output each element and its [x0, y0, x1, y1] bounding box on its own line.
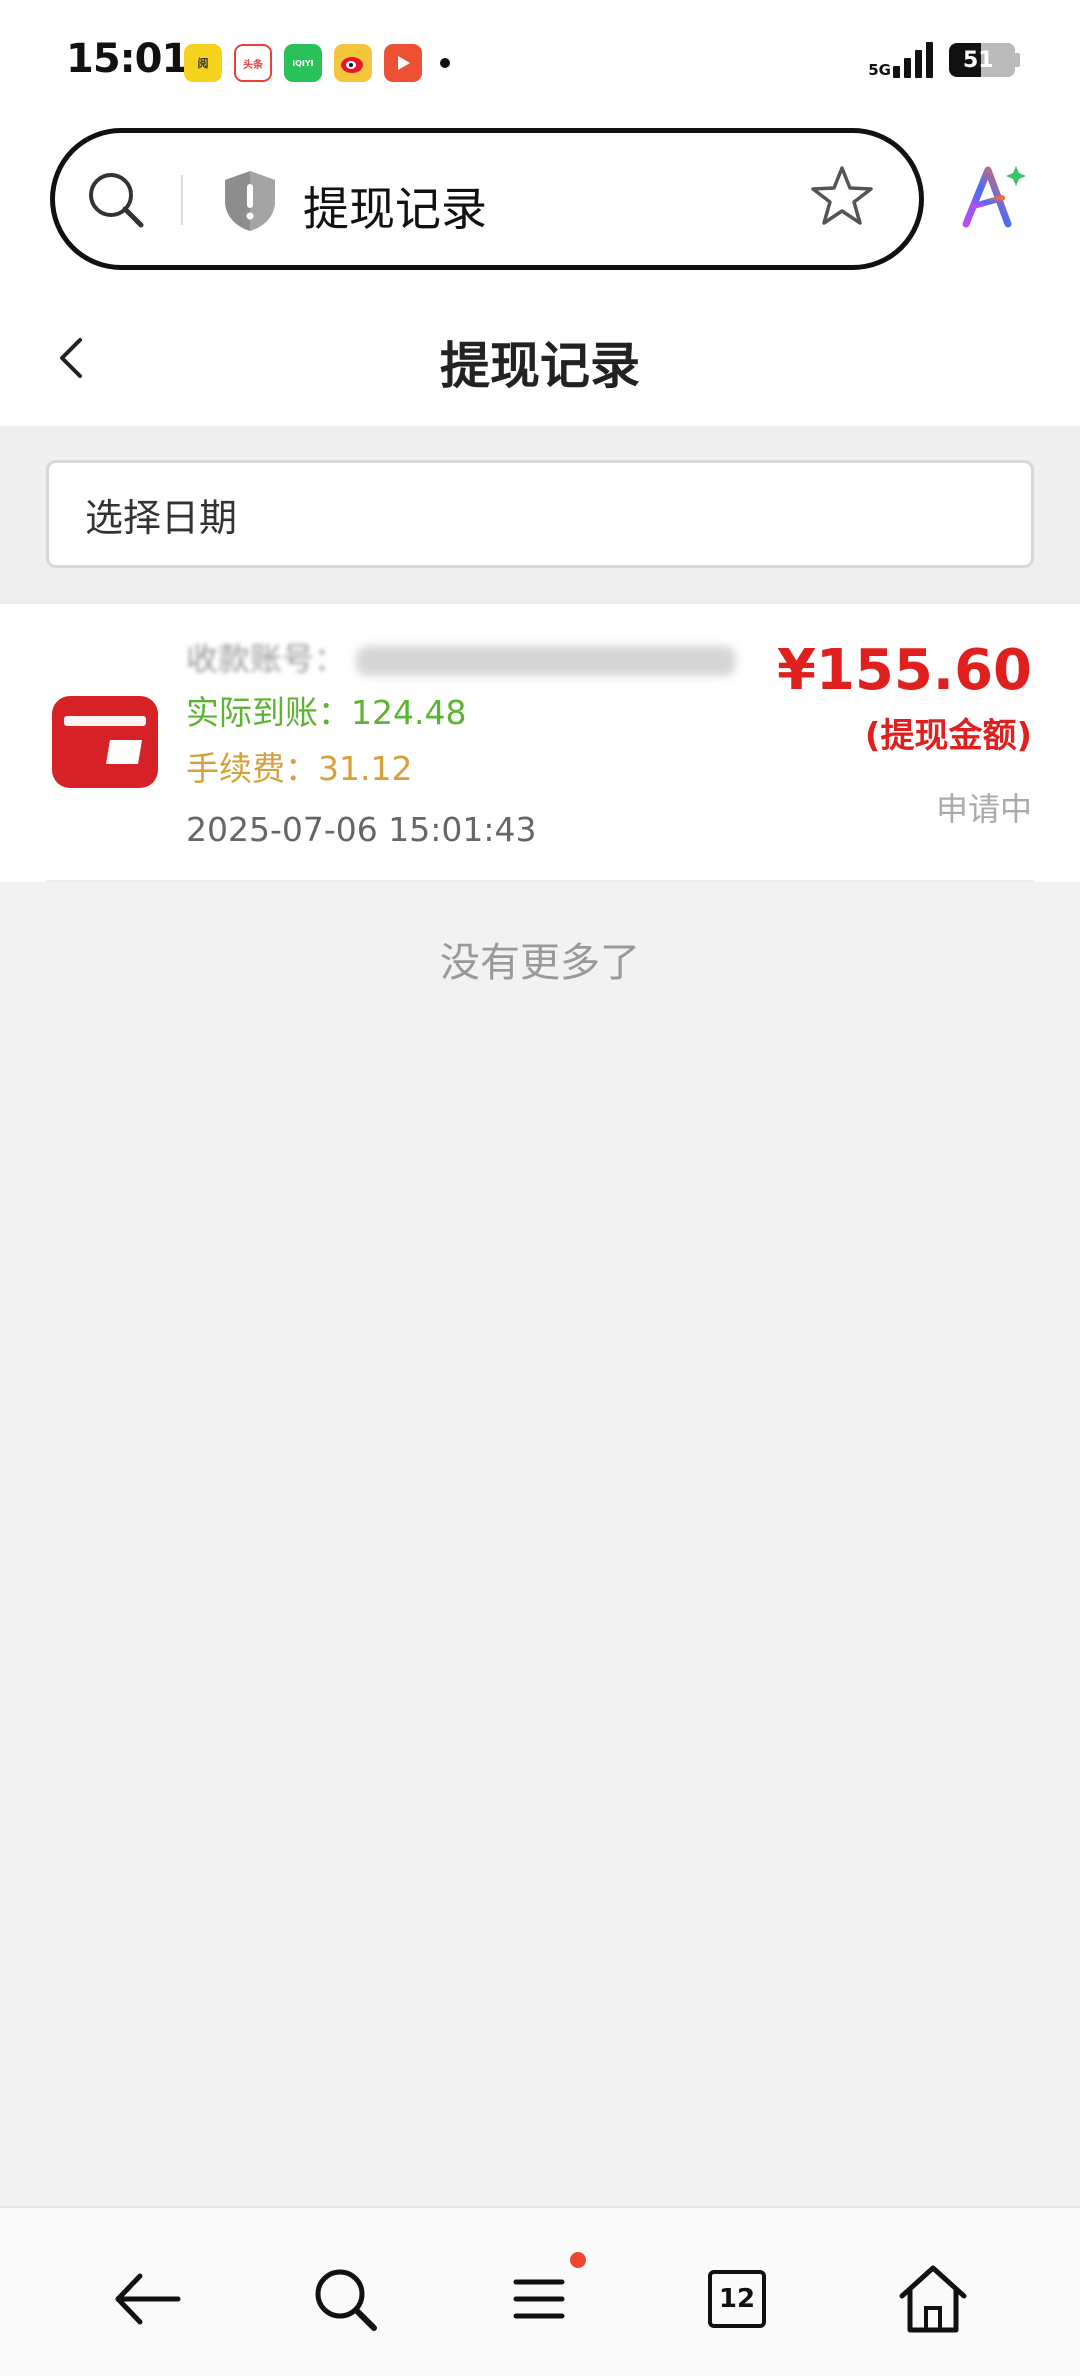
service-fee: 手续费：31.12 — [186, 749, 413, 788]
nav-back-arrow-icon[interactable] — [108, 2260, 186, 2338]
signal-indicator: 5G — [868, 42, 933, 78]
status-bar: 15:01 阅 头条 iQIYI 5G 51 — [0, 0, 1080, 120]
signal-icon — [893, 42, 933, 78]
nav-search-icon[interactable] — [306, 2260, 384, 2338]
nav-tabs-button[interactable]: 12 — [708, 2270, 766, 2328]
system-icons: 5G 51 — [868, 42, 1020, 78]
address-divider — [181, 175, 183, 225]
tab-count: 12 — [718, 2284, 756, 2314]
withdrawal-record[interactable]: 收款账号： 实际到账：124.48 手续费：31.12 2025-07-06 1… — [0, 604, 1080, 882]
iqiyi-icon: iQIYI — [284, 44, 322, 82]
withdraw-amount: ¥155.60 — [776, 638, 1032, 703]
toutiao-icon: 头条 — [234, 44, 272, 82]
screen: 15:01 阅 头条 iQIYI 5G 51 提现记录 提现记录 选择日期 收款… — [0, 0, 1080, 2376]
date-picker-placeholder: 选择日期 — [85, 495, 238, 540]
weibo-icon — [334, 44, 372, 82]
divider — [46, 880, 1034, 882]
video-app-icon — [384, 44, 422, 82]
page-header: 提现记录 — [0, 290, 1080, 426]
address-text[interactable]: 提现记录 — [303, 173, 487, 239]
actual-received: 实际到账：124.48 — [186, 693, 467, 732]
menu-notification-dot — [570, 2252, 586, 2268]
bookmark-star-icon[interactable] — [809, 163, 875, 229]
network-label: 5G — [868, 61, 891, 79]
notification-icons: 阅 头条 iQIYI — [184, 44, 450, 82]
browser-toolbar: 提现记录 — [0, 120, 1080, 290]
date-picker-field[interactable]: 选择日期 — [46, 460, 1034, 568]
address-bar[interactable]: 提现记录 — [50, 128, 924, 270]
bottom-nav: 12 — [0, 2206, 1080, 2376]
more-notifications-dot — [440, 58, 450, 68]
nav-home-icon[interactable] — [894, 2260, 972, 2338]
withdraw-amount-label: (提现金额) — [864, 716, 1032, 756]
account-number: 收款账号： — [186, 634, 737, 680]
search-icon[interactable] — [85, 169, 147, 231]
nav-menu-icon[interactable] — [500, 2260, 578, 2338]
status-time: 15:01 — [66, 36, 189, 82]
status-badge: 申请中 — [935, 790, 1032, 828]
ai-assistant-icon[interactable] — [958, 160, 1030, 232]
page-title: 提现记录 — [440, 337, 640, 395]
bank-card-icon — [52, 696, 158, 788]
app-icon-1: 阅 — [184, 44, 222, 82]
filter-area: 选择日期 — [0, 426, 1080, 604]
record-time: 2025-07-06 15:01:43 — [186, 810, 537, 849]
battery-icon: 51 — [949, 43, 1015, 77]
no-more-text: 没有更多了 — [440, 940, 640, 986]
shield-warning-icon[interactable] — [221, 169, 279, 233]
battery-level: 51 — [963, 47, 994, 73]
